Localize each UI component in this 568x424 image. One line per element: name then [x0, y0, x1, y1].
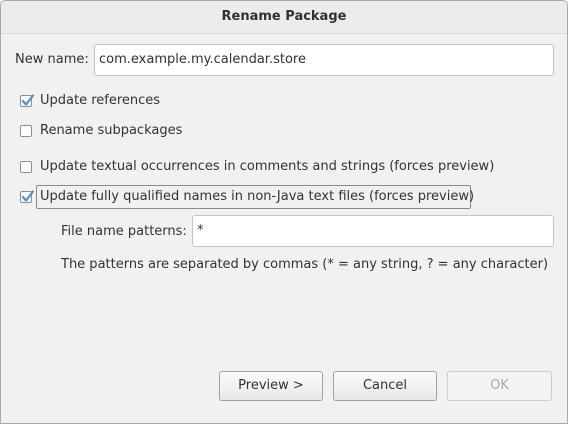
update-references-label[interactable]: Update references: [40, 93, 160, 109]
dialog-title: Rename Package: [221, 9, 347, 24]
rename-subpackages-label[interactable]: Rename subpackages: [40, 123, 182, 139]
file-name-patterns-input[interactable]: *: [192, 215, 554, 247]
update-textual-occurrences-checkbox[interactable]: [20, 161, 32, 173]
update-qualified-names-option[interactable]: Update fully qualified names in non-Java…: [20, 188, 540, 206]
update-textual-occurrences-label[interactable]: Update textual occurrences in comments a…: [40, 159, 494, 175]
cancel-button[interactable]: Cancel: [333, 371, 437, 401]
rename-subpackages-option[interactable]: Rename subpackages: [20, 122, 220, 140]
ok-button[interactable]: OK: [447, 371, 552, 401]
rename-subpackages-checkbox[interactable]: [20, 125, 32, 137]
update-qualified-names-label[interactable]: Update fully qualified names in non-Java…: [40, 189, 474, 205]
checkmark-icon: [21, 190, 35, 202]
new-name-input[interactable]: com.example.my.calendar.store: [94, 44, 554, 76]
file-name-patterns-label: File name patterns:: [61, 224, 187, 239]
update-references-checkbox[interactable]: [20, 94, 35, 107]
update-textual-occurrences-option[interactable]: Update textual occurrences in comments a…: [20, 158, 540, 176]
update-qualified-names-checkbox[interactable]: [20, 190, 35, 203]
preview-button[interactable]: Preview >: [219, 371, 323, 401]
patterns-hint-text: The patterns are separated by commas (* …: [61, 257, 549, 272]
title-bar[interactable]: Rename Package: [1, 1, 567, 34]
new-name-label: New name:: [15, 52, 89, 67]
update-references-option[interactable]: Update references: [20, 92, 220, 110]
checkmark-icon: [21, 94, 35, 106]
rename-package-dialog: Rename Package New name: com.example.my.…: [0, 0, 568, 424]
